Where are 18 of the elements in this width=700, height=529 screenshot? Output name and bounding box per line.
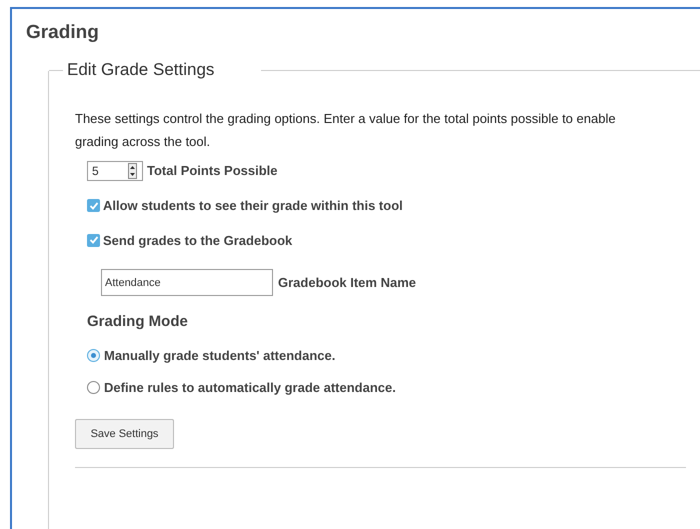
grading-mode-heading: Grading Mode bbox=[87, 312, 188, 332]
spinner-icon[interactable] bbox=[128, 163, 137, 179]
section-legend: Edit Grade Settings bbox=[67, 59, 214, 81]
checkbox-label: Allow students to see their grade within this tool bbox=[103, 197, 403, 215]
radio-label: Define rules to automatically grade attendance. bbox=[104, 378, 396, 397]
checkbox[interactable] bbox=[87, 199, 100, 212]
gradebook-item-name-field[interactable]: Attendance bbox=[101, 269, 273, 296]
radio-label: Manually grade students' attendance. bbox=[104, 347, 336, 365]
intro-text: These settings control the grading options. Enter a value for the total points possible to enable grading across the tool. bbox=[75, 110, 617, 151]
radio-button[interactable] bbox=[87, 349, 100, 362]
gradebook-item-name-label: Gradebook Item Name bbox=[278, 274, 416, 292]
page-title: Grading bbox=[26, 21, 100, 45]
points-label: Total Points Possible bbox=[147, 162, 278, 180]
points-field[interactable]: 5 bbox=[87, 161, 143, 181]
checkbox[interactable] bbox=[87, 234, 100, 247]
radio-button[interactable] bbox=[87, 380, 100, 394]
checkbox-label: Send grades to the Gradebook bbox=[103, 232, 292, 250]
save-settings-button[interactable]: Save Settings bbox=[75, 419, 174, 449]
